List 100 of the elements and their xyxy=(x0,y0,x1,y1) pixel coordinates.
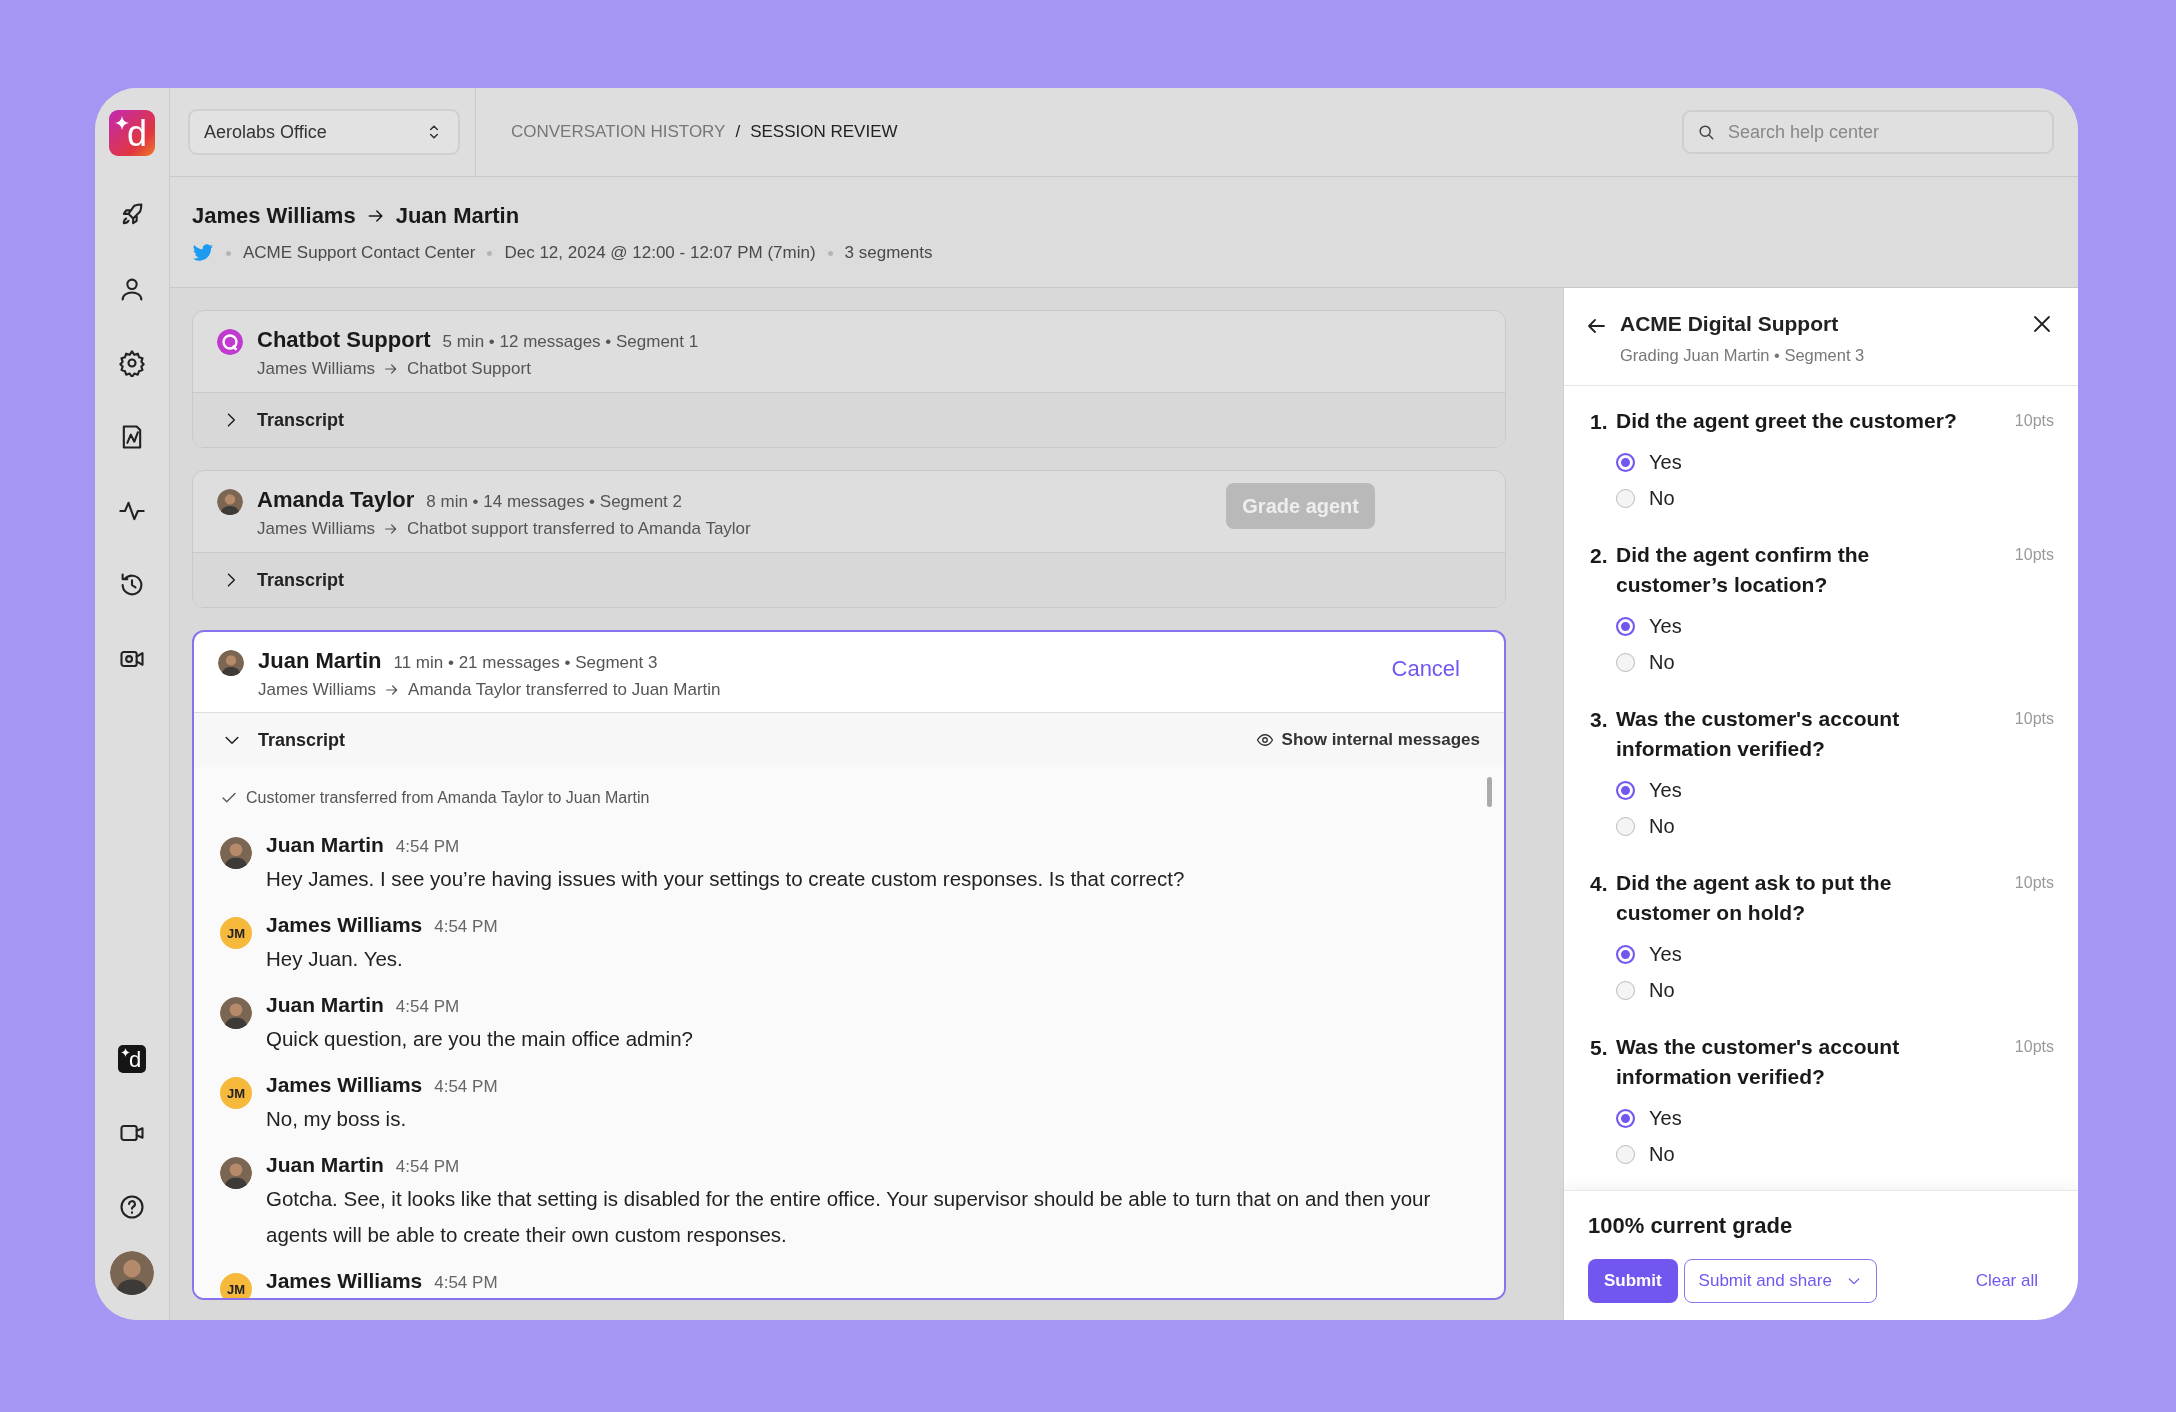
transcript-toggle[interactable]: Transcript xyxy=(221,569,345,591)
option-label: Yes xyxy=(1649,1106,1682,1130)
show-internal-messages-button[interactable]: Show internal messages xyxy=(1255,730,1480,750)
radio-button[interactable] xyxy=(1616,1144,1635,1164)
option-label: No xyxy=(1649,978,1675,1002)
chatbot-icon xyxy=(217,329,243,355)
cancel-link[interactable]: Cancel xyxy=(1391,656,1460,682)
option-label: Yes xyxy=(1649,942,1682,966)
submit-and-share-button[interactable]: Submit and share xyxy=(1683,1259,1877,1303)
option-label: Yes xyxy=(1649,614,1682,638)
sparkle-icon xyxy=(121,1048,130,1057)
sender-name: James Williams xyxy=(266,1073,423,1097)
avatar: JM xyxy=(220,1273,252,1298)
transfer-path: Chatbot Support xyxy=(407,359,531,379)
option-label: No xyxy=(1649,486,1675,510)
question-number: 5. xyxy=(1590,1036,1609,1060)
transcript-toggle[interactable]: Transcript xyxy=(221,409,345,431)
help-icon[interactable] xyxy=(118,1193,146,1221)
message-time: 4:54 PM xyxy=(395,837,460,857)
conversation-to: Juan Martin xyxy=(395,203,520,229)
logo-letter: d xyxy=(128,1049,142,1071)
channel-name: ACME Support Contact Center xyxy=(243,243,476,263)
breadcrumb-item[interactable]: CONVERSATION HISTORY xyxy=(511,122,726,142)
radio-button[interactable] xyxy=(1616,944,1635,964)
transcript-toggle[interactable]: Transcript xyxy=(222,729,346,751)
agent-name: Amanda Taylor xyxy=(257,487,415,513)
avatar xyxy=(220,1157,252,1189)
option-label: Yes xyxy=(1649,450,1682,474)
question-text: Did the agent greet the customer? xyxy=(1616,408,1958,434)
message-text: Hey Juan. Yes. xyxy=(266,946,404,972)
sender-name: Juan Martin xyxy=(266,833,384,857)
sender-name: Juan Martin xyxy=(266,1153,384,1177)
avatar xyxy=(217,489,243,515)
breadcrumb-separator: / xyxy=(735,122,741,142)
question-number: 4. xyxy=(1590,872,1609,896)
option-label: No xyxy=(1649,814,1675,838)
radio-button[interactable] xyxy=(1616,452,1635,472)
question-number: 1. xyxy=(1590,410,1609,434)
submit-button[interactable]: Submit xyxy=(1588,1259,1678,1303)
question-points: 10pts xyxy=(2014,710,2054,728)
conversation-from: James Williams xyxy=(192,203,356,229)
segment-details: 5 min • 12 messages • Segment 1 xyxy=(442,332,699,352)
sender-name: James Williams xyxy=(266,913,423,937)
session-date: Dec 12, 2024 @ 12:00 - 12:07 PM (7min) xyxy=(504,243,816,263)
agent-name: Chatbot Support xyxy=(257,327,431,353)
customer-name: James Williams xyxy=(257,519,376,539)
message-text: Hey James. I see you’re having issues with your settings to create custom responses. Is that correct? xyxy=(266,866,1185,892)
radio-button[interactable] xyxy=(1616,1108,1635,1128)
panel-title: ACME Digital Support xyxy=(1620,312,1840,336)
question-points: 10pts xyxy=(2014,412,2054,430)
radio-button[interactable] xyxy=(1616,616,1635,636)
panel-subtitle: Grading Juan Martin • Segment 3 xyxy=(1620,346,1865,365)
current-grade: 100% current grade xyxy=(1588,1213,1794,1239)
option-label: Yes xyxy=(1649,778,1682,802)
question-text: Did the agent confirm the customer’s location? xyxy=(1616,542,1871,598)
question-points: 10pts xyxy=(2014,546,2054,564)
avatar xyxy=(218,650,244,676)
search-field[interactable]: Search help center xyxy=(1682,110,2054,154)
search-icon xyxy=(1696,122,1716,142)
question-text: Did the agent ask to put the customer on hold? xyxy=(1616,870,1893,926)
logo-letter: d xyxy=(127,116,147,152)
question-text: Was the customer's account information verified? xyxy=(1616,706,1901,762)
avatar: JM xyxy=(220,1077,252,1109)
radio-button[interactable] xyxy=(1616,816,1635,836)
avatar: JM xyxy=(220,917,252,949)
app-logo[interactable]: d xyxy=(109,110,155,156)
avatar xyxy=(220,997,252,1029)
message-text: Gotcha. See, it looks like that setting is disabled for the entire office. Your supervisor should be able to turn that on and then your agents will be able to create their own custom responses. xyxy=(266,1186,1432,1248)
transfer-path: Chatbot support transferred to Amanda Taylor xyxy=(407,519,751,539)
message-time: 4:54 PM xyxy=(434,1077,498,1097)
eye-icon xyxy=(1255,731,1274,749)
radio-button[interactable] xyxy=(1616,780,1635,800)
workspace-select[interactable]: Aerolabs Office xyxy=(188,109,460,155)
message-time: 4:54 PM xyxy=(434,1273,498,1293)
question-number: 3. xyxy=(1590,708,1609,732)
clear-all-link[interactable]: Clear all xyxy=(1975,1271,2038,1291)
segment-count: 3 segments xyxy=(844,243,933,263)
radio-button[interactable] xyxy=(1616,652,1635,672)
agent-name: Juan Martin xyxy=(258,648,382,674)
message-text: No, my boss is. xyxy=(266,1106,408,1132)
option-label: No xyxy=(1649,1142,1675,1166)
scrollbar[interactable] xyxy=(1487,777,1492,807)
transfer-path: Amanda Taylor transferred to Juan Martin xyxy=(408,680,721,700)
radio-button[interactable] xyxy=(1616,980,1635,1000)
question-number: 2. xyxy=(1590,544,1609,568)
question-text: Was the customer's account information verified? xyxy=(1616,1034,1901,1090)
radio-button[interactable] xyxy=(1616,488,1635,508)
segment-details: 11 min • 21 messages • Segment 3 xyxy=(393,653,658,673)
message-time: 4:54 PM xyxy=(434,917,498,937)
sender-name: James Williams xyxy=(266,1269,423,1293)
user-avatar[interactable] xyxy=(110,1251,154,1295)
app-shortcut[interactable]: d xyxy=(118,1045,146,1073)
customer-name: James Williams xyxy=(257,359,376,379)
settings-icon[interactable] xyxy=(118,349,146,377)
option-label: No xyxy=(1649,650,1675,674)
question-points: 10pts xyxy=(2014,874,2054,892)
sparkle-icon xyxy=(115,116,129,130)
question-points: 10pts xyxy=(2014,1038,2054,1056)
sender-name: Juan Martin xyxy=(266,993,384,1017)
message-time: 4:54 PM xyxy=(395,997,460,1017)
